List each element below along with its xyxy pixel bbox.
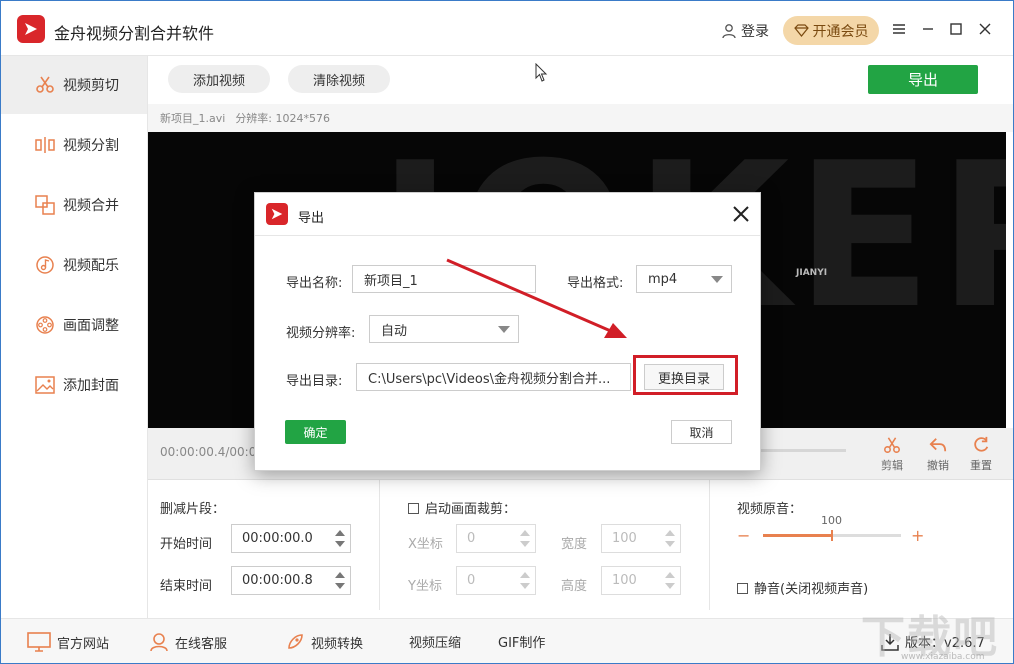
app-window: 金舟视频分割合并软件 登录 开通会员 视频剪切 视频分割 视频合并 视频配乐 画… bbox=[0, 0, 1014, 664]
watermark-url: www.xiazaiba.com bbox=[901, 652, 985, 662]
annotation-arrow-icon bbox=[446, 258, 627, 338]
mouse-cursor-icon bbox=[535, 63, 548, 82]
